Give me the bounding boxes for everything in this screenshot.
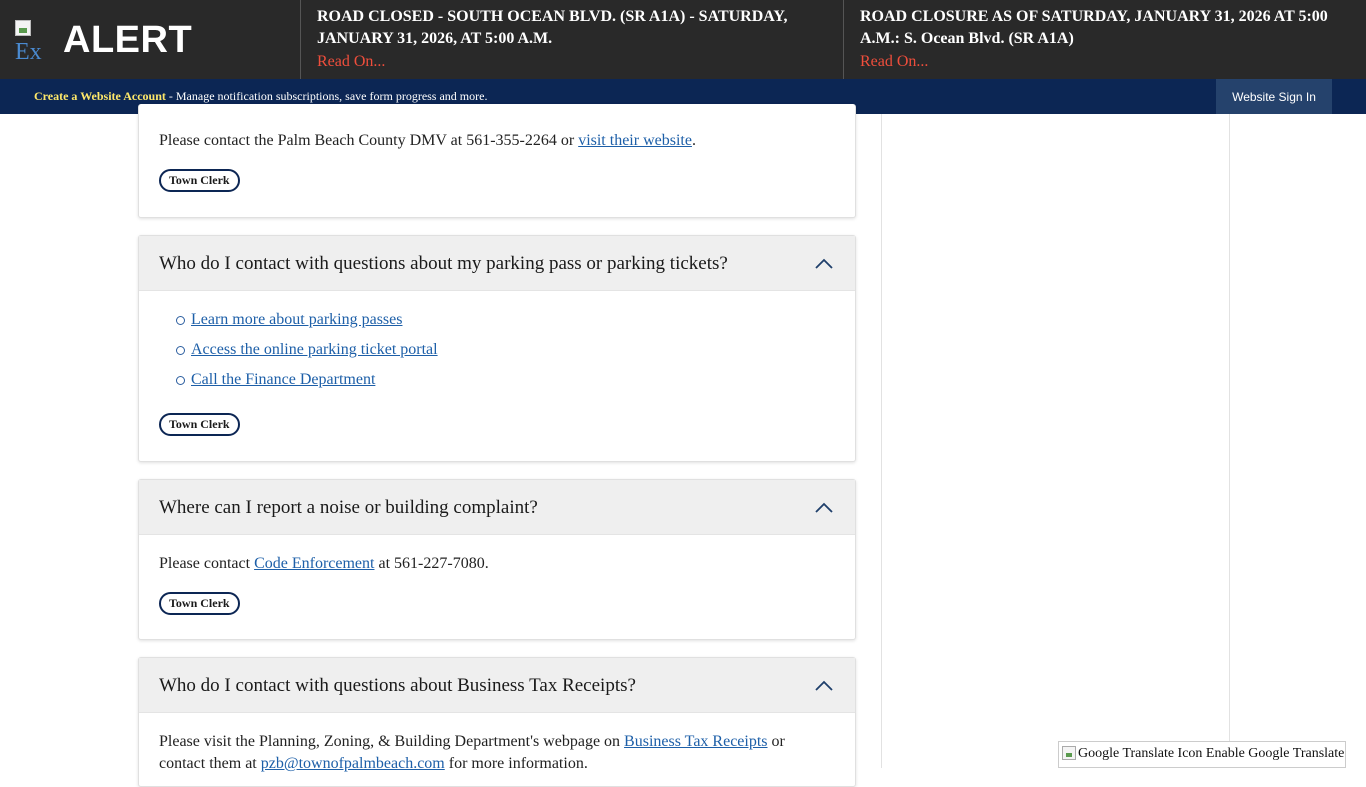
- alert-headline[interactable]: ROAD CLOSED - SOUTH OCEAN BLVD. (SR A1A)…: [317, 6, 827, 50]
- faq-question-header[interactable]: Where can I report a noise or building c…: [139, 480, 855, 535]
- faq-card: Who do I contact with questions about my…: [138, 235, 856, 462]
- google-translate-button[interactable]: Google Translate Icon Enable Google Tran…: [1058, 741, 1346, 768]
- faq-link-list: Learn more about parking passes Access t…: [159, 305, 835, 395]
- list-item: Call the Finance Department: [176, 365, 835, 395]
- read-on-link[interactable]: Read On...: [317, 50, 385, 73]
- faq-card: Please contact the Palm Beach County DMV…: [138, 104, 856, 218]
- category-tag[interactable]: Town Clerk: [159, 169, 240, 192]
- faq-answer: Learn more about parking passes Access t…: [139, 291, 855, 436]
- broken-image-icon: [15, 20, 31, 36]
- code-enforcement-link[interactable]: Code Enforcement: [254, 555, 374, 572]
- dmv-website-link[interactable]: visit their website: [578, 132, 692, 149]
- faq-answer: Please contact Code Enforcement at 561-2…: [139, 535, 855, 615]
- faq-question-header[interactable]: Who do I contact with questions about my…: [139, 236, 855, 291]
- faq-question[interactable]: Who do I contact with questions about Bu…: [159, 674, 636, 698]
- alert-bar: Ex ALERT ROAD CLOSED - SOUTH OCEAN BLVD.…: [0, 0, 1366, 79]
- faq-answer-text: Please contact Code Enforcement at 561-2…: [159, 555, 489, 572]
- faq-question[interactable]: Who do I contact with questions about my…: [159, 252, 728, 276]
- faq-answer-text: Please visit the Planning, Zoning, & Bui…: [159, 733, 785, 772]
- chevron-up-icon[interactable]: [815, 680, 833, 691]
- create-account-link[interactable]: Create a Website Account: [34, 89, 166, 103]
- faq-question-header[interactable]: Who do I contact with questions about Bu…: [139, 658, 855, 713]
- list-item: Access the online parking ticket portal: [176, 335, 835, 365]
- sign-in-button[interactable]: Website Sign In: [1216, 79, 1332, 114]
- alert-item[interactable]: ROAD CLOSED - SOUTH OCEAN BLVD. (SR A1A)…: [300, 0, 843, 79]
- google-translate-label[interactable]: Google Translate Icon Enable Google Tran…: [1078, 746, 1344, 762]
- alert-headline[interactable]: ROAD CLOSURE AS OF SATURDAY, JANUARY 31,…: [860, 6, 1350, 50]
- sidebar-column: [881, 114, 1230, 768]
- chevron-up-icon[interactable]: [815, 258, 833, 269]
- business-tax-receipts-link[interactable]: Business Tax Receipts: [624, 733, 767, 750]
- alert-item[interactable]: ROAD CLOSURE AS OF SATURDAY, JANUARY 31,…: [843, 0, 1366, 79]
- faq-answer-text: Please contact the Palm Beach County DMV…: [159, 132, 696, 149]
- finance-department-link[interactable]: Call the Finance Department: [191, 371, 375, 388]
- parking-ticket-portal-link[interactable]: Access the online parking ticket portal: [191, 341, 438, 358]
- pzb-email-link[interactable]: pzb@townofpalmbeach.com: [261, 755, 445, 772]
- faq-answer: Please visit the Planning, Zoning, & Bui…: [139, 713, 855, 775]
- category-tag[interactable]: Town Clerk: [159, 413, 240, 436]
- alert-title: ALERT: [63, 19, 193, 61]
- faq-card: Where can I report a noise or building c…: [138, 479, 856, 640]
- list-item: Learn more about parking passes: [176, 305, 835, 335]
- faq-question[interactable]: Where can I report a noise or building c…: [159, 496, 538, 520]
- alert-brand: Ex ALERT: [0, 0, 300, 79]
- account-description: - Manage notification subscriptions, sav…: [165, 89, 488, 103]
- category-tag[interactable]: Town Clerk: [159, 592, 240, 615]
- faq-answer: Please contact the Palm Beach County DMV…: [139, 104, 855, 192]
- alert-icon: Ex: [15, 20, 55, 60]
- alert-icon-alt-text: Ex: [15, 39, 42, 60]
- parking-passes-link[interactable]: Learn more about parking passes: [191, 311, 402, 328]
- account-text: Create a Website Account - Manage notifi…: [34, 89, 487, 104]
- chevron-up-icon[interactable]: [815, 502, 833, 513]
- read-on-link[interactable]: Read On...: [860, 50, 928, 73]
- google-translate-icon: [1062, 746, 1076, 760]
